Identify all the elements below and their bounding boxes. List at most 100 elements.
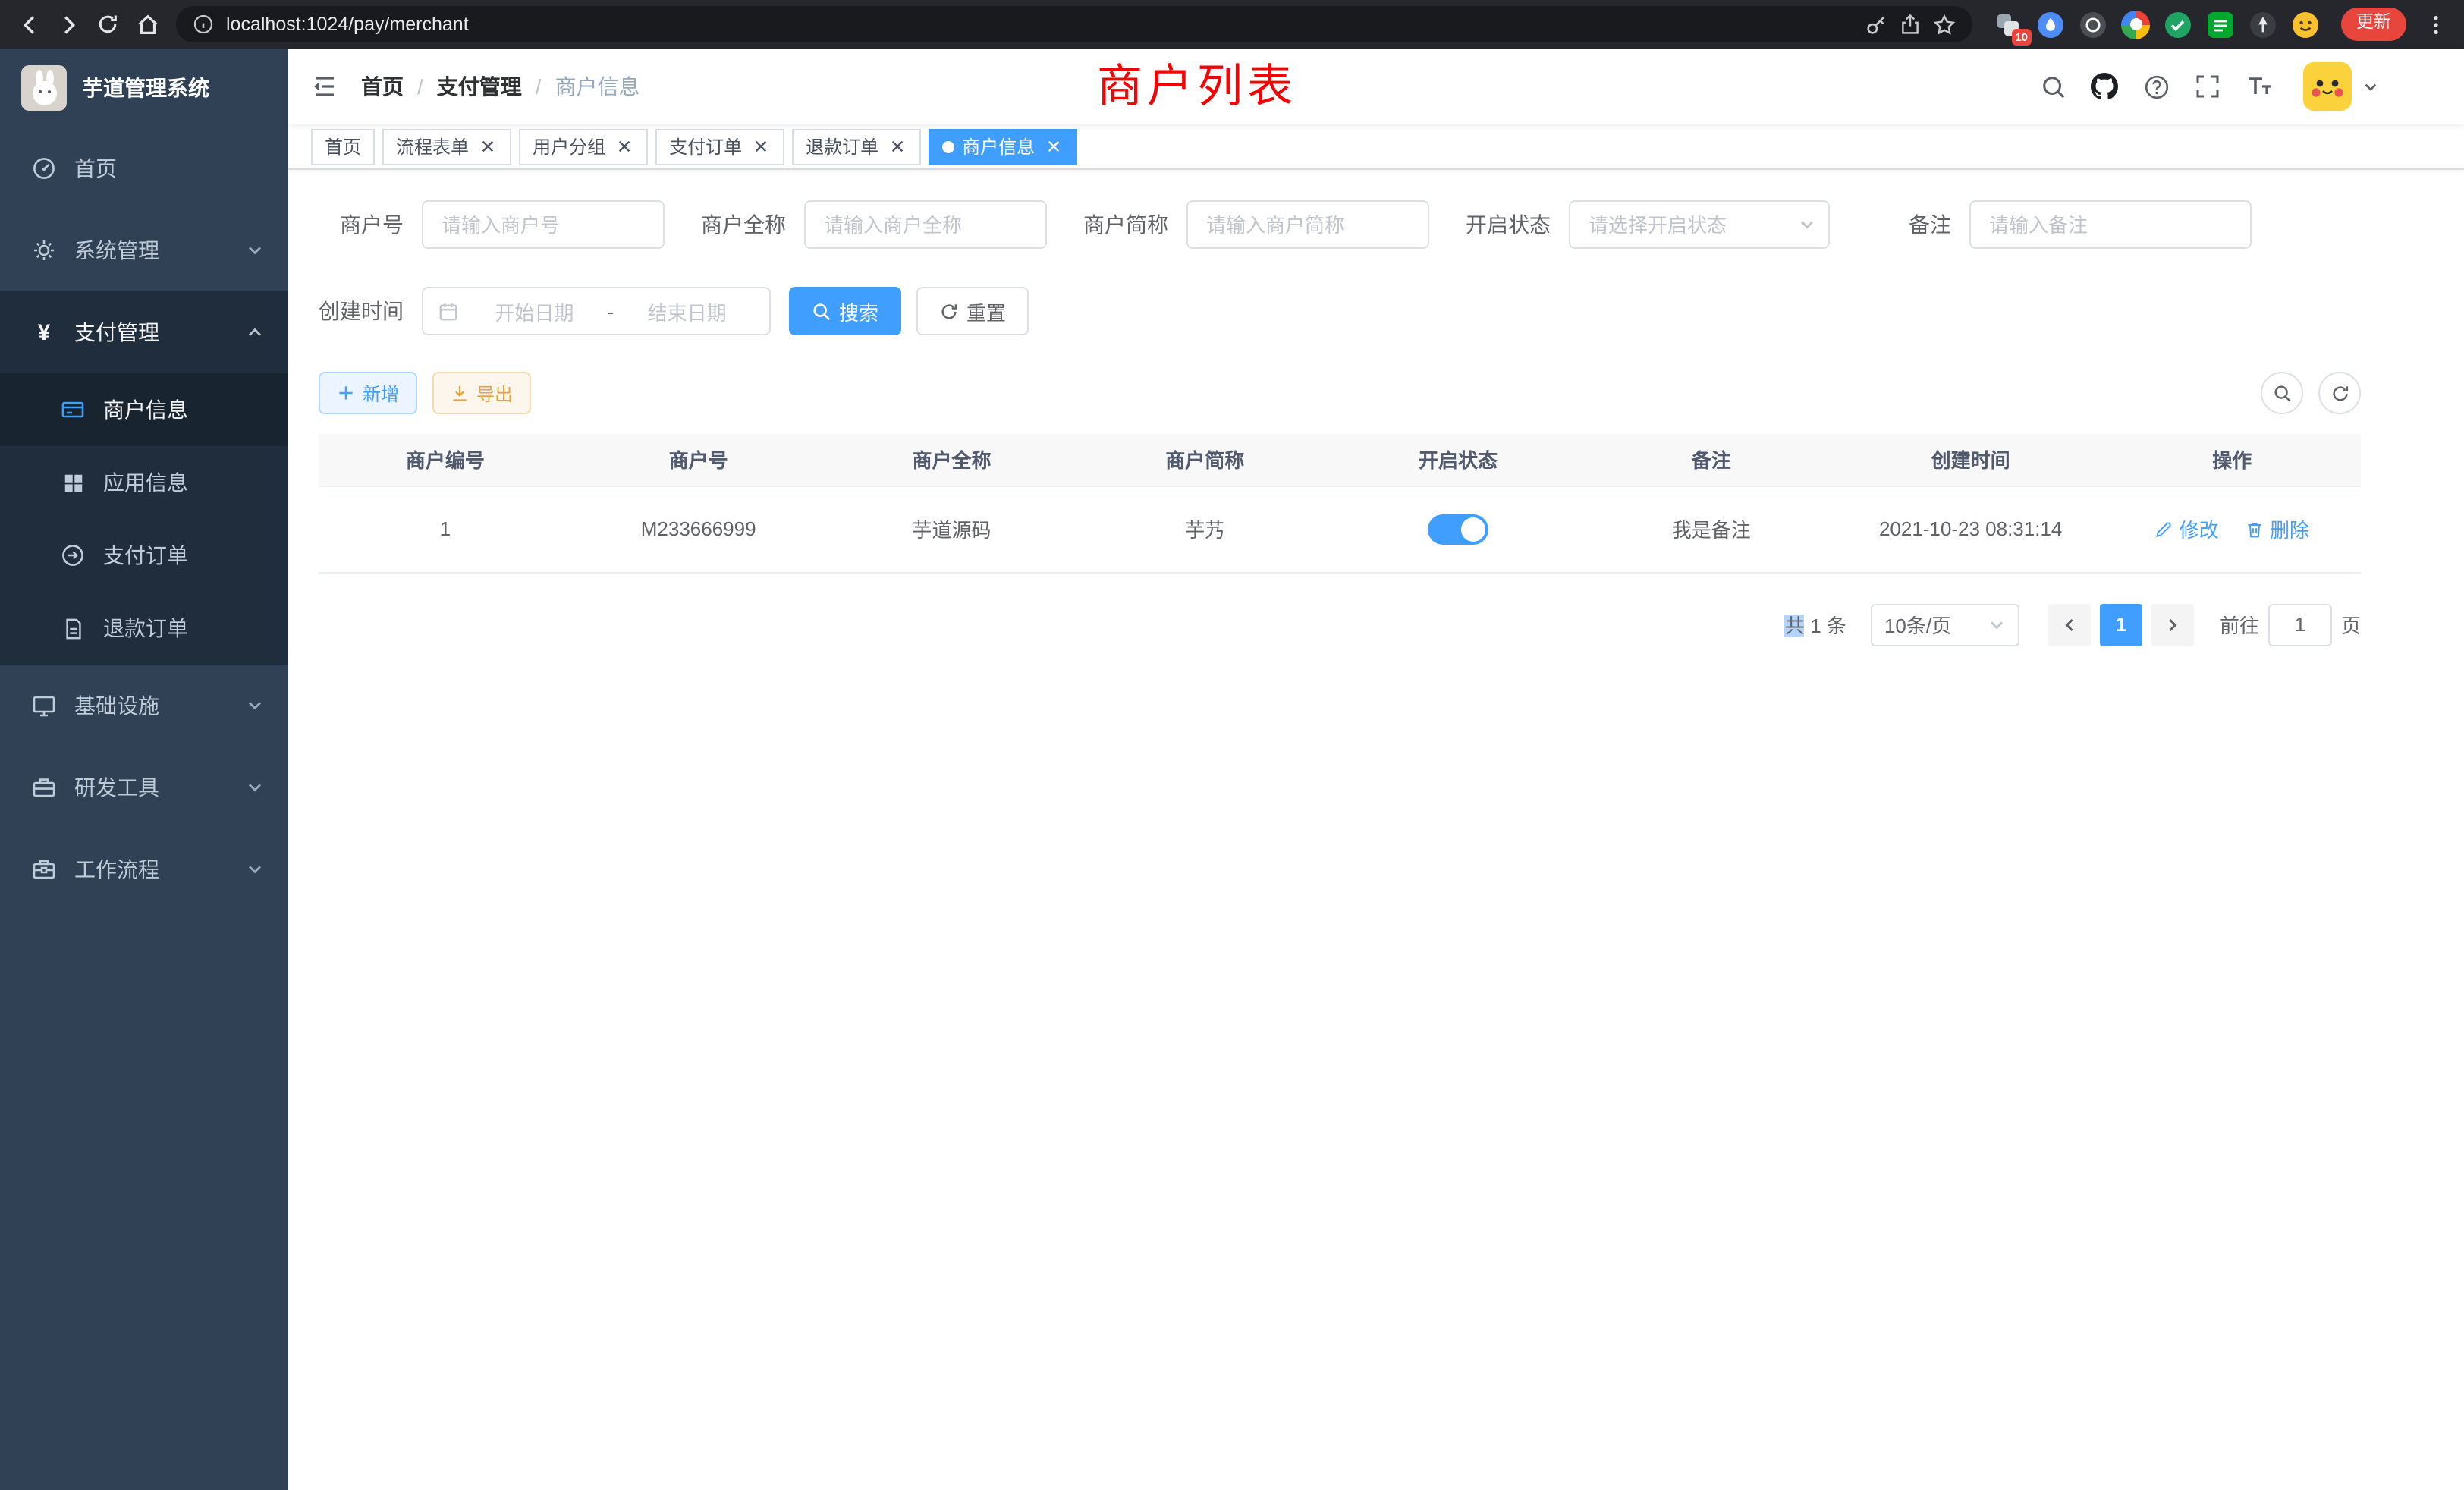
search-button[interactable]: 搜索	[789, 287, 901, 335]
create-time-label: 创建时间	[319, 296, 404, 326]
edit-link[interactable]: 修改	[2155, 514, 2219, 543]
share-icon[interactable]	[1900, 14, 1921, 35]
tab-refund-order[interactable]: 退款订单	[792, 128, 921, 165]
col-header: 操作	[2104, 434, 2361, 486]
reset-button-label: 重置	[966, 297, 1006, 325]
date-separator: -	[602, 300, 621, 322]
next-page-button[interactable]	[2151, 603, 2194, 646]
sidebar-subitem-pay-order[interactable]: 支付订单	[0, 519, 288, 592]
github-icon[interactable]	[2079, 49, 2130, 124]
extension-icon[interactable]: 10	[1994, 10, 2022, 39]
tab-home[interactable]: 首页	[311, 128, 375, 165]
cell-created-at: 2021-10-23 08:31:14	[1838, 486, 2104, 572]
sidebar-item-pay[interactable]: ¥ 支付管理	[0, 291, 288, 373]
close-icon[interactable]	[886, 136, 907, 157]
date-range-picker[interactable]: 开始日期 - 结束日期	[422, 287, 771, 335]
col-header: 商户全称	[825, 434, 1079, 486]
pagination: 共 1 条 10条/页 1	[319, 603, 2361, 646]
sidebar-subitem-refund-order[interactable]: 退款订单	[0, 592, 288, 665]
tab-process-form[interactable]: 流程表单	[382, 128, 511, 165]
address-bar[interactable]: localhost:1024/pay/merchant	[176, 6, 1972, 42]
password-key-icon[interactable]	[1865, 13, 1887, 36]
sidebar-subitem-label: 退款订单	[103, 613, 188, 643]
tags-view: 首页 流程表单 用户分组 支付订单 退款订单	[288, 124, 2464, 170]
extension-icon[interactable]	[2164, 10, 2192, 39]
date-end-placeholder: 结束日期	[620, 297, 754, 325]
tab-label: 退款订单	[806, 134, 878, 159]
sidebar-item-home[interactable]: 首页	[0, 127, 288, 209]
tab-pay-order[interactable]: 支付订单	[655, 128, 784, 165]
sidebar-item-label: 系统管理	[74, 235, 228, 266]
extension-icon[interactable]	[2036, 10, 2065, 39]
sidebar-subitem-app-info[interactable]: 应用信息	[0, 446, 288, 519]
cell-remark: 我是备注	[1585, 486, 1838, 572]
goto-page-input[interactable]	[2268, 603, 2332, 646]
close-icon[interactable]	[476, 136, 498, 157]
remark-input[interactable]	[1969, 200, 2252, 249]
bookmark-star-icon[interactable]	[1933, 13, 1956, 36]
sidebar-toggle-icon[interactable]	[288, 49, 361, 124]
tab-label: 用户分组	[533, 134, 605, 159]
extension-icon[interactable]	[2121, 10, 2150, 39]
breadcrumb-current: 商户信息	[555, 71, 640, 102]
add-button[interactable]: 新增	[319, 372, 417, 414]
refresh-table-icon[interactable]	[2318, 372, 2361, 414]
browser-back-icon[interactable]	[9, 5, 49, 44]
extension-icon[interactable]	[2206, 10, 2235, 39]
navbar-actions	[2027, 49, 2379, 124]
status-toggle[interactable]	[1428, 514, 1488, 544]
site-info-icon[interactable]	[193, 14, 214, 35]
full-name-input[interactable]	[804, 200, 1047, 249]
close-icon[interactable]	[1042, 136, 1064, 157]
date-start-placeholder: 开始日期	[467, 297, 602, 325]
chevron-down-icon	[246, 241, 264, 259]
status-select[interactable]	[1569, 200, 1830, 249]
search-icon[interactable]	[2027, 49, 2079, 124]
reset-button[interactable]: 重置	[916, 287, 1029, 335]
tab-label: 首页	[325, 134, 361, 159]
sidebar-subitem-merchant-info[interactable]: 商户信息	[0, 373, 288, 446]
extensions-area: 10	[1982, 10, 2332, 39]
sidebar-item-system[interactable]: 系统管理	[0, 209, 288, 291]
short-name-input[interactable]	[1186, 200, 1429, 249]
browser-reload-icon[interactable]	[88, 5, 127, 44]
delete-link[interactable]: 删除	[2246, 514, 2309, 543]
col-header: 商户号	[572, 434, 825, 486]
tab-user-group[interactable]: 用户分组	[519, 128, 648, 165]
page-size-select[interactable]: 10条/页	[1871, 603, 2019, 646]
browser-home-icon[interactable]	[127, 5, 167, 44]
col-header: 开启状态	[1331, 434, 1585, 486]
browser-forward-icon[interactable]	[49, 5, 88, 44]
close-icon[interactable]	[613, 136, 634, 157]
page-content: 商户号 商户全称 商户简称 开启状态	[288, 170, 2464, 1490]
sidebar-item-dev-tools[interactable]: 研发工具	[0, 747, 288, 828]
extension-icon[interactable]	[2249, 10, 2277, 39]
browser-update-button[interactable]: 更新	[2341, 8, 2406, 41]
help-icon[interactable]	[2130, 49, 2182, 124]
short-name-label: 商户简称	[1083, 209, 1168, 240]
page-size-label: 10条/页	[1884, 610, 1951, 639]
breadcrumb-home[interactable]: 首页	[361, 71, 404, 102]
page-number-button[interactable]: 1	[2100, 603, 2142, 646]
cell-merchant-no: M233666999	[572, 486, 825, 572]
export-button[interactable]: 导出	[432, 372, 531, 414]
breadcrumb-pay[interactable]: 支付管理	[437, 71, 522, 102]
sidebar-item-workflow[interactable]: 工作流程	[0, 828, 288, 910]
user-menu[interactable]	[2303, 62, 2379, 111]
extension-icon[interactable]	[2291, 10, 2320, 39]
search-icon	[812, 301, 831, 321]
extension-icon[interactable]	[2079, 10, 2107, 39]
prev-page-button[interactable]	[2048, 603, 2091, 646]
sidebar-item-infrastructure[interactable]: 基础设施	[0, 665, 288, 747]
merchant-no-input[interactable]	[422, 200, 665, 249]
cell-actions: 修改 删除	[2104, 486, 2361, 572]
browser-menu-icon[interactable]	[2415, 5, 2455, 44]
font-size-icon[interactable]	[2233, 49, 2285, 124]
app-logo[interactable]: 芋道管理系统	[0, 49, 288, 127]
tab-merchant-info[interactable]: 商户信息	[929, 128, 1077, 165]
fullscreen-icon[interactable]	[2182, 49, 2233, 124]
show-search-icon[interactable]	[2261, 372, 2303, 414]
tab-label: 支付订单	[669, 134, 742, 159]
breadcrumb-separator: /	[417, 74, 423, 99]
close-icon[interactable]	[750, 136, 771, 157]
